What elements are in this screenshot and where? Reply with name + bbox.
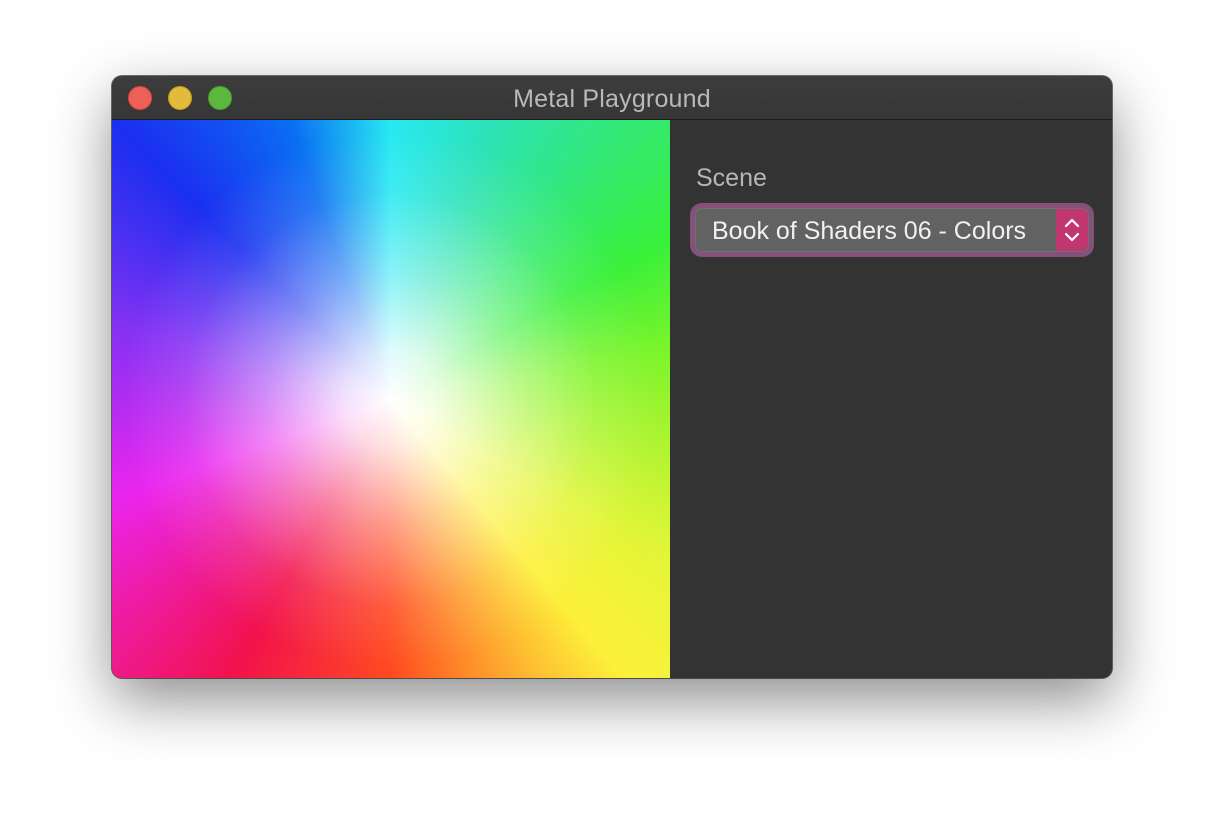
app-window: Metal Playground Scene Book of Shaders 0… [112,76,1112,678]
scene-label: Scene [696,164,767,192]
scene-select-value: Book of Shaders 06 - Colors [712,217,1027,245]
window-title: Metal Playground [513,85,711,113]
minimize-button[interactable] [168,86,192,110]
title-bar[interactable]: Metal Playground [112,76,1112,120]
close-button[interactable] [128,86,152,110]
settings-panel: Scene Book of Shaders 06 - Colors [670,120,1112,678]
scene-select-focus-ring: Book of Shaders 06 - Colors [690,203,1094,257]
shader-center-glow [112,120,670,678]
shader-render-view [112,120,670,678]
chevron-svg [1064,218,1080,242]
scene-select[interactable]: Book of Shaders 06 - Colors [695,208,1089,252]
zoom-button[interactable] [208,86,232,110]
up-down-chevrons-icon[interactable] [1056,209,1088,251]
